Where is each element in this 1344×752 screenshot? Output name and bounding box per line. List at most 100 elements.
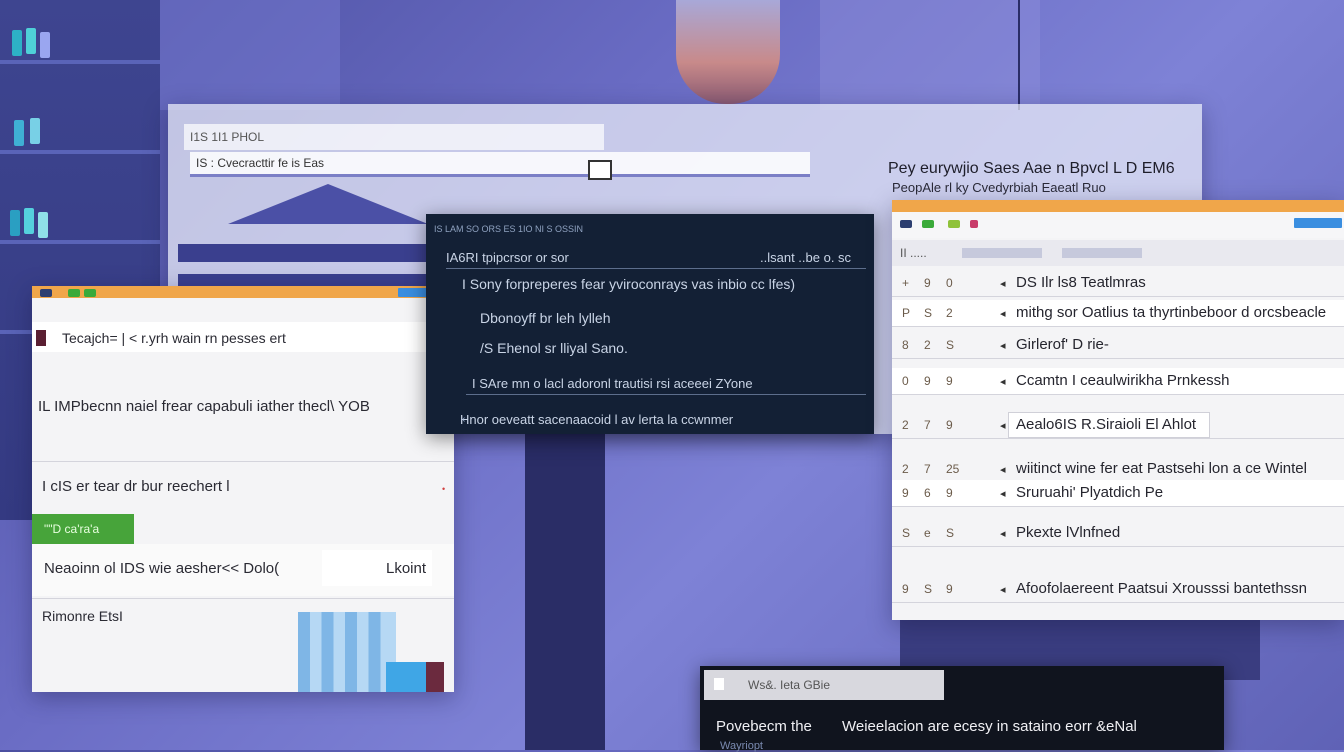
footer-text: Rimonre EtsI xyxy=(42,608,123,624)
close-icon[interactable] xyxy=(40,289,52,297)
right-toolbar xyxy=(892,212,1344,238)
divider xyxy=(892,296,1344,297)
chevron-left-icon[interactable]: ◂ xyxy=(1000,487,1006,500)
hanging-cable xyxy=(1018,0,1020,110)
bottom-line-2: Wayriopt xyxy=(720,740,763,752)
row-status-icon: 2 xyxy=(902,418,909,432)
divider xyxy=(892,506,1344,507)
row-status-icon: 9 xyxy=(946,486,953,500)
row-status-icon: 0 xyxy=(902,374,909,388)
dark-divider xyxy=(446,268,866,269)
pin-icon[interactable] xyxy=(970,220,978,228)
list-item-label: Sruruahi' Plyatdich Pe xyxy=(1016,484,1164,501)
row-status-icon: 9 xyxy=(946,418,953,432)
divider xyxy=(892,358,1344,359)
list-item-label: Pkexte lVlnfned xyxy=(1016,524,1121,541)
green-button[interactable]: ""D ca'ra'a xyxy=(32,514,134,544)
row-status-icon: S xyxy=(924,306,933,320)
dark-panel-header: IS LAM SO ORS ES 1IO NI S OSSIN xyxy=(434,224,584,234)
row-status-icon: e xyxy=(924,526,931,540)
list-item[interactable]: 8 2 S ◂ Girlerof' D rie- xyxy=(892,332,1344,359)
toolbar-action-button[interactable] xyxy=(1294,218,1342,228)
minimize-icon[interactable] xyxy=(68,289,80,297)
field-text: I cIS er tear dr bur reechert l xyxy=(42,478,230,495)
minimize-icon[interactable] xyxy=(922,220,934,228)
list-item[interactable]: Se S ◂ Pkexte lVlnfned xyxy=(892,520,1344,547)
list-item[interactable]: P S 2 ◂ mithg sor Oatlius ta thyrtinbeboor d… xyxy=(892,300,1344,327)
list-item[interactable]: 9 6 9 ◂ Sruruahi' Plyatdich Pe xyxy=(892,480,1344,507)
chevron-left-icon[interactable]: ◂ xyxy=(1000,463,1006,476)
row-status-icon: 9 xyxy=(946,374,953,388)
address-bar[interactable]: IS : Cvecracttir fe is Eas xyxy=(190,152,810,177)
list-item-label: Afoofolaereent Paatsui Xrousssi banteths… xyxy=(1016,580,1308,597)
right-window-titlebar xyxy=(892,200,1344,212)
list-item[interactable]: +9 0 ◂ DS Ilr ls8 Teatlmras xyxy=(892,270,1344,297)
row-status-icon: P xyxy=(902,306,911,320)
bottom-line-1-right: Weieelacion are ecesy in sataino eorr &e… xyxy=(842,718,1137,735)
right-window: II ..... +9 0 ◂ DS Ilr ls8 Teatlmras P S 2 ◂ mit… xyxy=(892,200,1344,620)
chevron-left-icon[interactable]: ◂ xyxy=(1000,527,1006,540)
close-icon[interactable] xyxy=(900,220,912,228)
maximize-icon[interactable] xyxy=(948,220,960,228)
divider xyxy=(32,461,454,462)
right-heading-text: Pey eurywjio Saes Aae n Bpvcl L D EM6 xyxy=(888,160,1175,177)
mountain-shape xyxy=(228,184,428,224)
list-item-label: Girlerof' D rie- xyxy=(1016,336,1109,353)
divider xyxy=(892,602,1344,603)
bookmark-icon xyxy=(36,330,46,346)
list-item[interactable]: 9 S 9 ◂ Afoofolaereent Paatsui Xrousssi bant… xyxy=(892,576,1344,603)
row-status-icon: 9 xyxy=(902,486,909,500)
required-icon: • xyxy=(442,484,446,494)
chevron-left-icon[interactable]: ◂ xyxy=(1000,419,1006,432)
row-status-icon: S xyxy=(924,582,933,596)
person-illustration xyxy=(676,0,780,104)
dark-divider xyxy=(466,394,866,395)
dark-panel: IS LAM SO ORS ES 1IO NI S OSSIN IA6RI tp… xyxy=(426,214,874,434)
dark-line-5: I SAre mn o lacl adoronl trautisi rsi ac… xyxy=(472,376,753,391)
dark-line-2: I Sony forpreperes fear yviroconrays vas… xyxy=(462,276,796,292)
bottom-panel-label: Ws&. Ieta GBie xyxy=(748,678,831,692)
dark-line-3: Dbonoyff br leh lylleh xyxy=(480,310,611,326)
window-title: I1S 1I1 PHOL xyxy=(190,130,265,144)
list-item[interactable]: 2 7 25 ◂ wiitinct wine fer eat Pastsehi lon … xyxy=(892,456,1344,483)
list-item-label: wiitinct wine fer eat Pastsehi lon a ce … xyxy=(1016,460,1307,477)
chevron-left-icon[interactable]: ◂ xyxy=(1000,277,1006,290)
window-title-bar: I1S 1I1 PHOL xyxy=(184,124,604,150)
camera-icon xyxy=(588,160,612,180)
row-status-icon: 2 xyxy=(924,338,931,352)
file-icon xyxy=(714,678,724,690)
row-status-icon: 2 xyxy=(946,306,953,320)
row-status-icon: S xyxy=(946,526,955,540)
chevron-left-icon[interactable]: ◂ xyxy=(1000,375,1006,388)
list-item[interactable]: 2 7 9 ◂ Aealo6IS R.Siraioli El Ahlot xyxy=(892,412,1344,439)
list-item[interactable]: 0 9 9 ◂ Ccamtn I ceaulwirikha Prnkessh xyxy=(892,368,1344,395)
address-text: IS : Cvecracttir fe is Eas xyxy=(196,156,325,170)
blue-tile[interactable] xyxy=(386,662,426,692)
search-row[interactable]: Tecajch= | < r.yrh wain rn pesses ert xyxy=(32,322,454,352)
bottom-panel-tab[interactable]: Ws&. Ieta GBie xyxy=(704,670,944,700)
wall-panel xyxy=(160,0,340,110)
maximize-icon[interactable] xyxy=(84,289,96,297)
chevron-left-icon[interactable]: ◂ xyxy=(1000,583,1006,596)
tab-bar[interactable]: II ..... xyxy=(892,240,1344,266)
search-text: Tecajch= | < r.yrh wain rn pesses ert xyxy=(62,330,286,346)
row-action[interactable]: Lkoint xyxy=(386,560,426,577)
row-status-icon: S xyxy=(902,526,911,540)
chevron-left-icon[interactable]: ◂ xyxy=(1000,339,1006,352)
divider xyxy=(892,438,1344,439)
row-status-icon: 9 xyxy=(924,374,931,388)
row-text: Neaoinn ol IDS wie aesher<< Dolo( xyxy=(44,560,280,577)
left-window: Tecajch= | < r.yrh wain rn pesses ert IL… xyxy=(32,286,454,692)
list-item-label: Aealo6IS R.Siraioli El Ahlot xyxy=(1016,416,1197,433)
text-field[interactable]: I cIS er tear dr bur reechert l xyxy=(36,468,420,502)
row-status-icon: 9 xyxy=(902,582,909,596)
divider xyxy=(32,598,454,599)
list-row[interactable]: Neaoinn ol IDS wie aesher<< Dolo( Lkoint xyxy=(32,544,454,596)
row-status-icon: 7 xyxy=(924,462,931,476)
dark-tile[interactable] xyxy=(426,662,444,692)
right-window-heading: Pey eurywjio Saes Aae n Bpvcl L D EM6 Pe… xyxy=(888,158,1344,202)
dark-line-1: IA6RI tpipcrsor or sor xyxy=(446,250,569,265)
row-status-icon: 6 xyxy=(924,486,931,500)
row-status-icon: 7 xyxy=(924,418,931,432)
chevron-left-icon[interactable]: ◂ xyxy=(1000,307,1006,320)
